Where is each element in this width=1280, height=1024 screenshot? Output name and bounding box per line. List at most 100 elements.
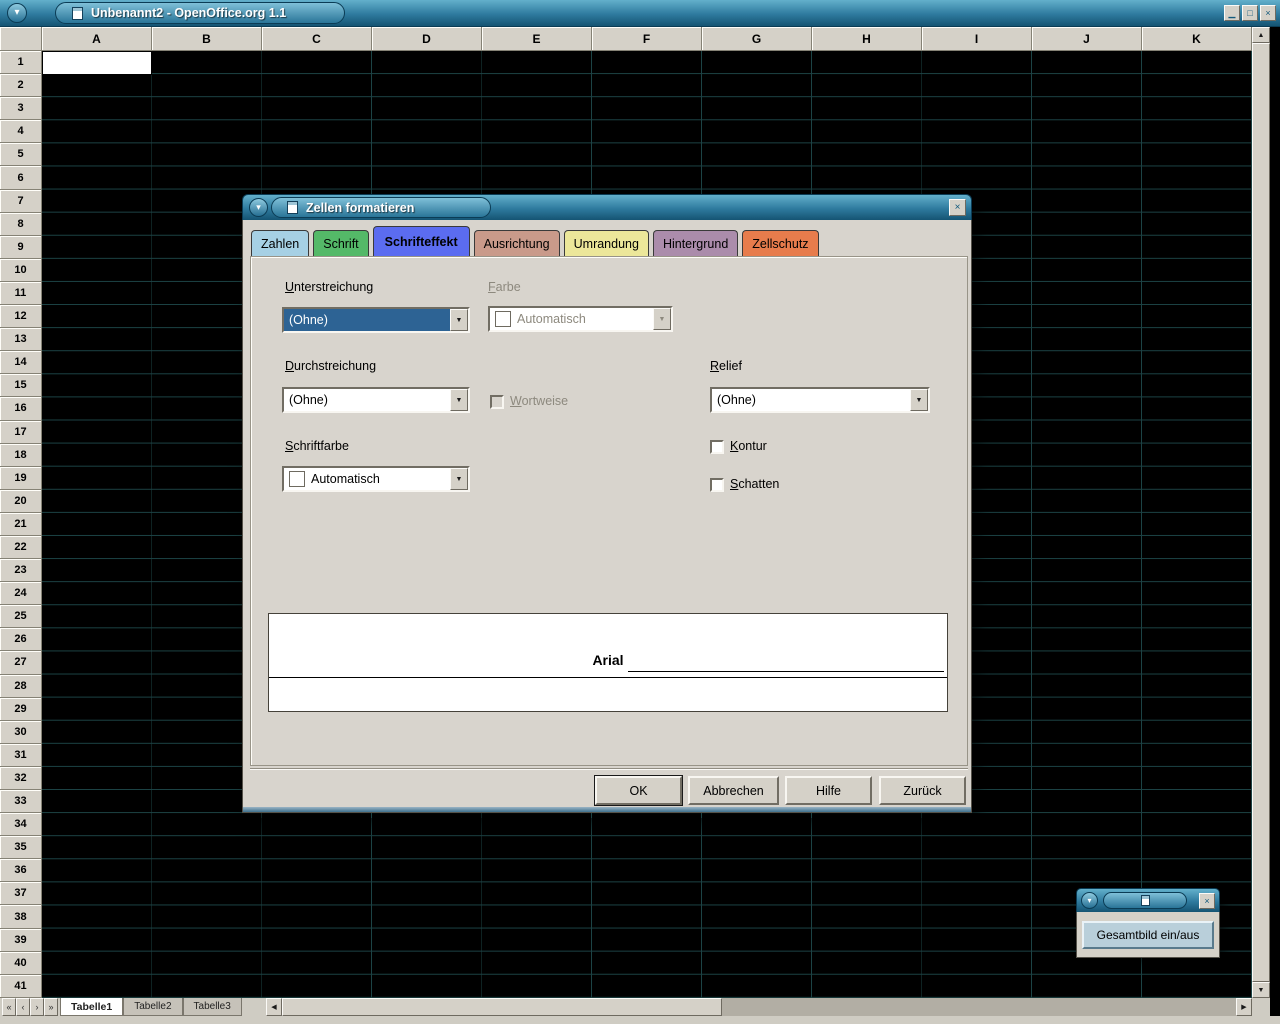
row-header-6[interactable]: 6 xyxy=(0,166,42,189)
previous-sheet-button[interactable]: ‹ xyxy=(16,998,30,1016)
fontcolor-select[interactable]: Automatisch ▼ xyxy=(282,466,470,492)
tab-schrift[interactable]: Schrift xyxy=(313,230,368,256)
tab-zahlen[interactable]: Zahlen xyxy=(251,230,309,256)
horizontal-scrollbar[interactable]: ◀ ▶ xyxy=(266,998,1252,1016)
row-header-12[interactable]: 12 xyxy=(0,305,42,328)
row-header-25[interactable]: 25 xyxy=(0,605,42,628)
row-header-27[interactable]: 27 xyxy=(0,651,42,674)
column-header-C[interactable]: C xyxy=(262,27,372,51)
outline-checkbox[interactable] xyxy=(710,440,724,454)
row-header-11[interactable]: 11 xyxy=(0,282,42,305)
tab-zellschutz[interactable]: Zellschutz xyxy=(742,230,818,256)
window-titlebar[interactable]: ▾ Unbenannt2 - OpenOffice.org 1.1 ▁ □ × xyxy=(0,0,1280,27)
column-header-J[interactable]: J xyxy=(1032,27,1142,51)
column-header-G[interactable]: G xyxy=(702,27,812,51)
sheet-tab-tabelle3[interactable]: Tabelle3 xyxy=(183,998,242,1016)
row-header-8[interactable]: 8 xyxy=(0,213,42,236)
row-header-38[interactable]: 38 xyxy=(0,905,42,928)
fullscreen-toggle-button[interactable]: Gesamtbild ein/aus xyxy=(1082,921,1214,949)
row-header-40[interactable]: 40 xyxy=(0,952,42,975)
row-header-37[interactable]: 37 xyxy=(0,882,42,905)
row-header-14[interactable]: 14 xyxy=(0,351,42,374)
row-header-34[interactable]: 34 xyxy=(0,813,42,836)
row-header-24[interactable]: 24 xyxy=(0,582,42,605)
row-header-10[interactable]: 10 xyxy=(0,259,42,282)
float-titlebar[interactable]: ▾ × xyxy=(1076,888,1220,912)
strikethrough-dropdown-arrow-icon[interactable]: ▼ xyxy=(450,389,468,411)
fontcolor-dropdown-arrow-icon[interactable]: ▼ xyxy=(450,468,468,490)
row-header-3[interactable]: 3 xyxy=(0,97,42,120)
back-button[interactable]: Zurück xyxy=(879,776,966,805)
row-header-2[interactable]: 2 xyxy=(0,74,42,97)
last-sheet-button[interactable]: » xyxy=(44,998,58,1016)
relief-select[interactable]: (Ohne) ▼ xyxy=(710,387,930,413)
row-header-21[interactable]: 21 xyxy=(0,513,42,536)
tab-hintergrund[interactable]: Hintergrund xyxy=(653,230,738,256)
scroll-down-button[interactable]: ▼ xyxy=(1252,982,1270,998)
column-header-I[interactable]: I xyxy=(922,27,1032,51)
scroll-right-button[interactable]: ▶ xyxy=(1236,998,1252,1016)
row-header-7[interactable]: 7 xyxy=(0,190,42,213)
tab-ausrichtung[interactable]: Ausrichtung xyxy=(474,230,560,256)
sheet-tab-tabelle1[interactable]: Tabelle1 xyxy=(60,998,123,1016)
row-header-28[interactable]: 28 xyxy=(0,675,42,698)
column-header-H[interactable]: H xyxy=(812,27,922,51)
row-header-4[interactable]: 4 xyxy=(0,120,42,143)
scroll-left-button[interactable]: ◀ xyxy=(266,998,282,1016)
row-header-19[interactable]: 19 xyxy=(0,467,42,490)
row-header-17[interactable]: 17 xyxy=(0,421,42,444)
close-button[interactable]: × xyxy=(1260,5,1276,21)
row-header-15[interactable]: 15 xyxy=(0,374,42,397)
selected-cell-A1[interactable] xyxy=(42,51,152,75)
row-header-23[interactable]: 23 xyxy=(0,559,42,582)
row-header-30[interactable]: 30 xyxy=(0,721,42,744)
row-header-41[interactable]: 41 xyxy=(0,975,42,998)
first-sheet-button[interactable]: « xyxy=(2,998,16,1016)
shadow-checkbox[interactable] xyxy=(710,478,724,492)
tab-umrandung[interactable]: Umrandung xyxy=(564,230,649,256)
row-header-20[interactable]: 20 xyxy=(0,490,42,513)
row-header-36[interactable]: 36 xyxy=(0,859,42,882)
row-header-18[interactable]: 18 xyxy=(0,444,42,467)
column-header-E[interactable]: E xyxy=(482,27,592,51)
column-header-F[interactable]: F xyxy=(592,27,702,51)
relief-dropdown-arrow-icon[interactable]: ▼ xyxy=(910,389,928,411)
column-header-B[interactable]: B xyxy=(152,27,262,51)
row-header-5[interactable]: 5 xyxy=(0,143,42,166)
row-header-16[interactable]: 16 xyxy=(0,397,42,420)
strikethrough-select[interactable]: (Ohne) ▼ xyxy=(282,387,470,413)
underline-dropdown-arrow-icon[interactable]: ▼ xyxy=(450,309,468,331)
cancel-button[interactable]: Abbrechen xyxy=(688,776,779,805)
row-header-39[interactable]: 39 xyxy=(0,929,42,952)
vertical-scrollbar-thumb[interactable] xyxy=(1252,43,1270,982)
column-header-A[interactable]: A xyxy=(42,27,152,51)
select-all-corner[interactable] xyxy=(0,27,42,51)
dialog-close-button[interactable]: × xyxy=(949,199,966,216)
float-menu-button[interactable]: ▾ xyxy=(1081,892,1098,909)
vertical-scrollbar[interactable]: ▲ ▼ xyxy=(1252,27,1270,998)
dialog-titlebar[interactable]: ▾ Zellen formatieren × xyxy=(242,194,972,220)
minimize-button[interactable]: ▁ xyxy=(1224,5,1240,21)
underline-select[interactable]: (Ohne) ▼ xyxy=(282,307,470,333)
row-header-22[interactable]: 22 xyxy=(0,536,42,559)
row-header-29[interactable]: 29 xyxy=(0,698,42,721)
row-header-26[interactable]: 26 xyxy=(0,628,42,651)
float-close-button[interactable]: × xyxy=(1199,893,1215,909)
dialog-menu-button[interactable]: ▾ xyxy=(249,198,268,217)
window-menu-button[interactable]: ▾ xyxy=(7,3,27,23)
column-header-K[interactable]: K xyxy=(1142,27,1252,51)
column-header-D[interactable]: D xyxy=(372,27,482,51)
sheet-tab-tabelle2[interactable]: Tabelle2 xyxy=(123,998,182,1016)
row-header-33[interactable]: 33 xyxy=(0,790,42,813)
next-sheet-button[interactable]: › xyxy=(30,998,44,1016)
row-header-1[interactable]: 1 xyxy=(0,51,42,74)
row-header-31[interactable]: 31 xyxy=(0,744,42,767)
horizontal-scrollbar-thumb[interactable] xyxy=(282,998,722,1016)
row-header-13[interactable]: 13 xyxy=(0,328,42,351)
help-button[interactable]: Hilfe xyxy=(785,776,872,805)
row-header-35[interactable]: 35 xyxy=(0,836,42,859)
scroll-up-button[interactable]: ▲ xyxy=(1252,27,1270,43)
ok-button[interactable]: OK xyxy=(595,776,682,805)
row-header-9[interactable]: 9 xyxy=(0,236,42,259)
row-header-32[interactable]: 32 xyxy=(0,767,42,790)
